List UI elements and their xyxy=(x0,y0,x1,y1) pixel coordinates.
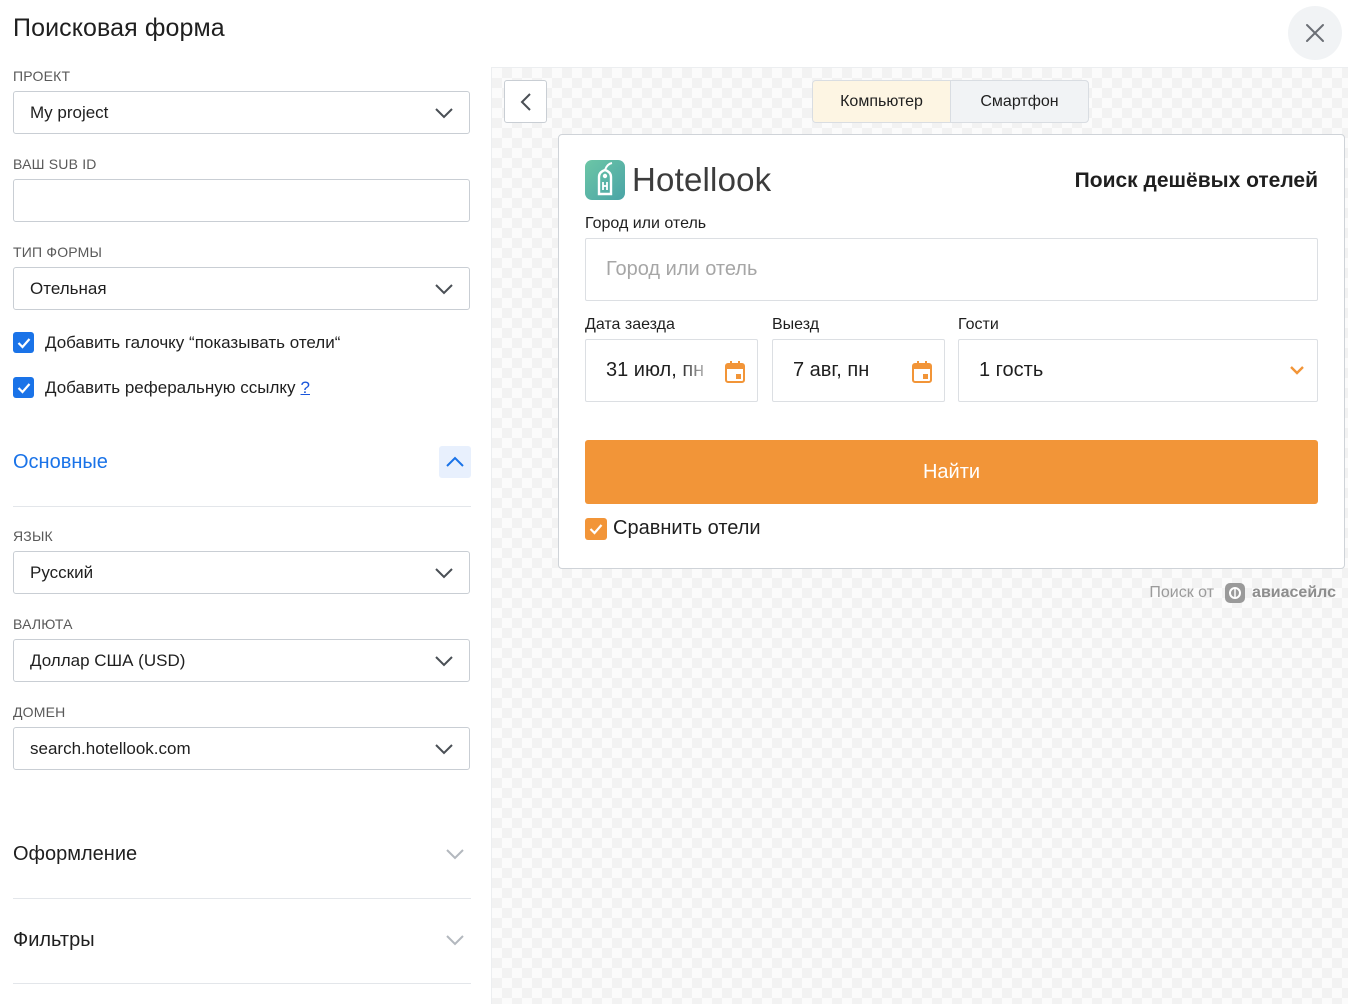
section-basic-title: Основные xyxy=(13,450,108,473)
referral-checkbox[interactable] xyxy=(13,377,34,398)
project-label: ПРОЕКТ xyxy=(13,68,71,84)
language-select[interactable]: Русский xyxy=(13,551,470,594)
section-design-toggle[interactable] xyxy=(439,838,471,870)
section-basic-toggle[interactable] xyxy=(439,446,471,478)
referral-checkbox-label: Добавить реферальную ссылку xyxy=(45,377,296,397)
show-hotels-checkbox-label: Добавить галочку “показывать отели“ xyxy=(45,332,341,352)
calendar-icon xyxy=(912,361,932,383)
compare-hotels-checkbox[interactable] xyxy=(585,517,607,540)
compare-hotels-label: Сравнить отели xyxy=(613,517,761,539)
chevron-down-icon xyxy=(435,284,453,295)
chevron-down-icon xyxy=(446,849,464,860)
form-type-value: Отельная xyxy=(30,278,107,298)
currency-value: Доллар США (USD) xyxy=(30,650,186,670)
currency-label: ВАЛЮТА xyxy=(13,616,73,632)
checkmark-icon xyxy=(17,337,30,349)
checkin-input[interactable]: 31 июл, пн xyxy=(585,339,758,402)
city-label: Город или отель xyxy=(585,215,707,232)
project-select[interactable]: My project xyxy=(13,91,470,134)
hotellook-logo-text: Hotellook xyxy=(632,161,772,198)
chevron-left-icon xyxy=(520,92,531,111)
powered-by: Поиск от авиасейлс xyxy=(1149,582,1336,604)
device-switch: Компьютер Смартфон xyxy=(812,80,1089,123)
checkout-label: Выезд xyxy=(772,316,820,333)
currency-select[interactable]: Доллар США (USD) xyxy=(13,639,470,682)
guests-value: 1 гость xyxy=(979,359,1044,381)
chevron-down-icon xyxy=(435,656,453,667)
compare-hotels-row[interactable]: Сравнить отели xyxy=(585,517,761,540)
domain-label: ДОМЕН xyxy=(13,704,66,720)
language-label: ЯЗЫК xyxy=(13,528,53,544)
show-hotels-checkbox-row[interactable]: Добавить галочку “показывать отели“ xyxy=(13,332,340,353)
close-icon xyxy=(1306,24,1324,42)
checkmark-icon xyxy=(589,523,603,535)
chevron-down-icon xyxy=(1290,366,1304,375)
checkmark-icon xyxy=(17,382,30,394)
show-hotels-checkbox[interactable] xyxy=(13,332,34,353)
section-design-header[interactable]: Оформление xyxy=(13,830,471,878)
domain-value: search.hotellook.com xyxy=(30,738,191,758)
sub-id-input[interactable] xyxy=(13,179,470,222)
aviasales-brand: авиасейлс xyxy=(1252,584,1336,601)
section-filters-toggle[interactable] xyxy=(439,924,471,956)
hotellook-tag-icon xyxy=(585,160,625,200)
calendar-icon xyxy=(725,361,745,383)
sub-id-label: ВАШ SUB ID xyxy=(13,156,97,172)
guests-select[interactable]: 1 гость xyxy=(958,339,1318,402)
language-value: Русский xyxy=(30,562,94,582)
chevron-down-icon xyxy=(435,568,453,579)
aviasales-logo-icon xyxy=(1225,583,1246,603)
section-divider xyxy=(13,983,471,984)
project-value: My project xyxy=(30,102,109,122)
form-type-select[interactable]: Отельная xyxy=(13,267,470,310)
checkin-label: Дата заезда xyxy=(585,316,675,333)
close-button[interactable] xyxy=(1288,6,1342,60)
checkout-value: 7 авг, пн xyxy=(793,359,870,381)
checkout-input[interactable]: 7 авг, пн xyxy=(772,339,945,402)
section-filters-title: Фильтры xyxy=(13,928,95,951)
guests-label: Гости xyxy=(958,316,999,333)
settings-panel: ПРОЕКТ My project ВАШ SUB ID ТИП ФОРМЫ О… xyxy=(13,0,471,1004)
tab-desktop[interactable]: Компьютер xyxy=(813,81,951,122)
city-input[interactable]: Город или отель xyxy=(585,238,1318,301)
chevron-up-icon xyxy=(446,456,464,467)
domain-select[interactable]: search.hotellook.com xyxy=(13,727,470,770)
checkin-value: 31 июл, пн xyxy=(606,359,705,381)
form-type-label: ТИП ФОРМЫ xyxy=(13,244,103,260)
referral-checkbox-row[interactable]: Добавить реферальную ссылку ? xyxy=(13,377,310,398)
chevron-down-icon xyxy=(435,108,453,119)
section-divider xyxy=(13,506,471,507)
chevron-down-icon xyxy=(446,935,464,946)
hotellook-logo: Hotellook xyxy=(585,160,771,200)
search-button[interactable]: Найти xyxy=(585,440,1318,504)
powered-by-text: Поиск от xyxy=(1149,584,1215,601)
tab-smartphone[interactable]: Смартфон xyxy=(951,81,1088,122)
preview-area: Компьютер Смартфон Hotellook Поиск дешёв… xyxy=(491,67,1348,1004)
section-divider xyxy=(13,898,471,899)
referral-help-link[interactable]: ? xyxy=(301,378,310,398)
section-design-title: Оформление xyxy=(13,842,138,865)
back-button[interactable] xyxy=(504,80,547,123)
chevron-down-icon xyxy=(435,744,453,755)
hotel-search-widget: Hotellook Поиск дешёвых отелей Город или… xyxy=(558,134,1345,569)
widget-title: Поиск дешёвых отелей xyxy=(1074,169,1318,192)
section-filters-header[interactable]: Фильтры xyxy=(13,916,471,964)
section-basic-header[interactable]: Основные xyxy=(13,438,471,486)
